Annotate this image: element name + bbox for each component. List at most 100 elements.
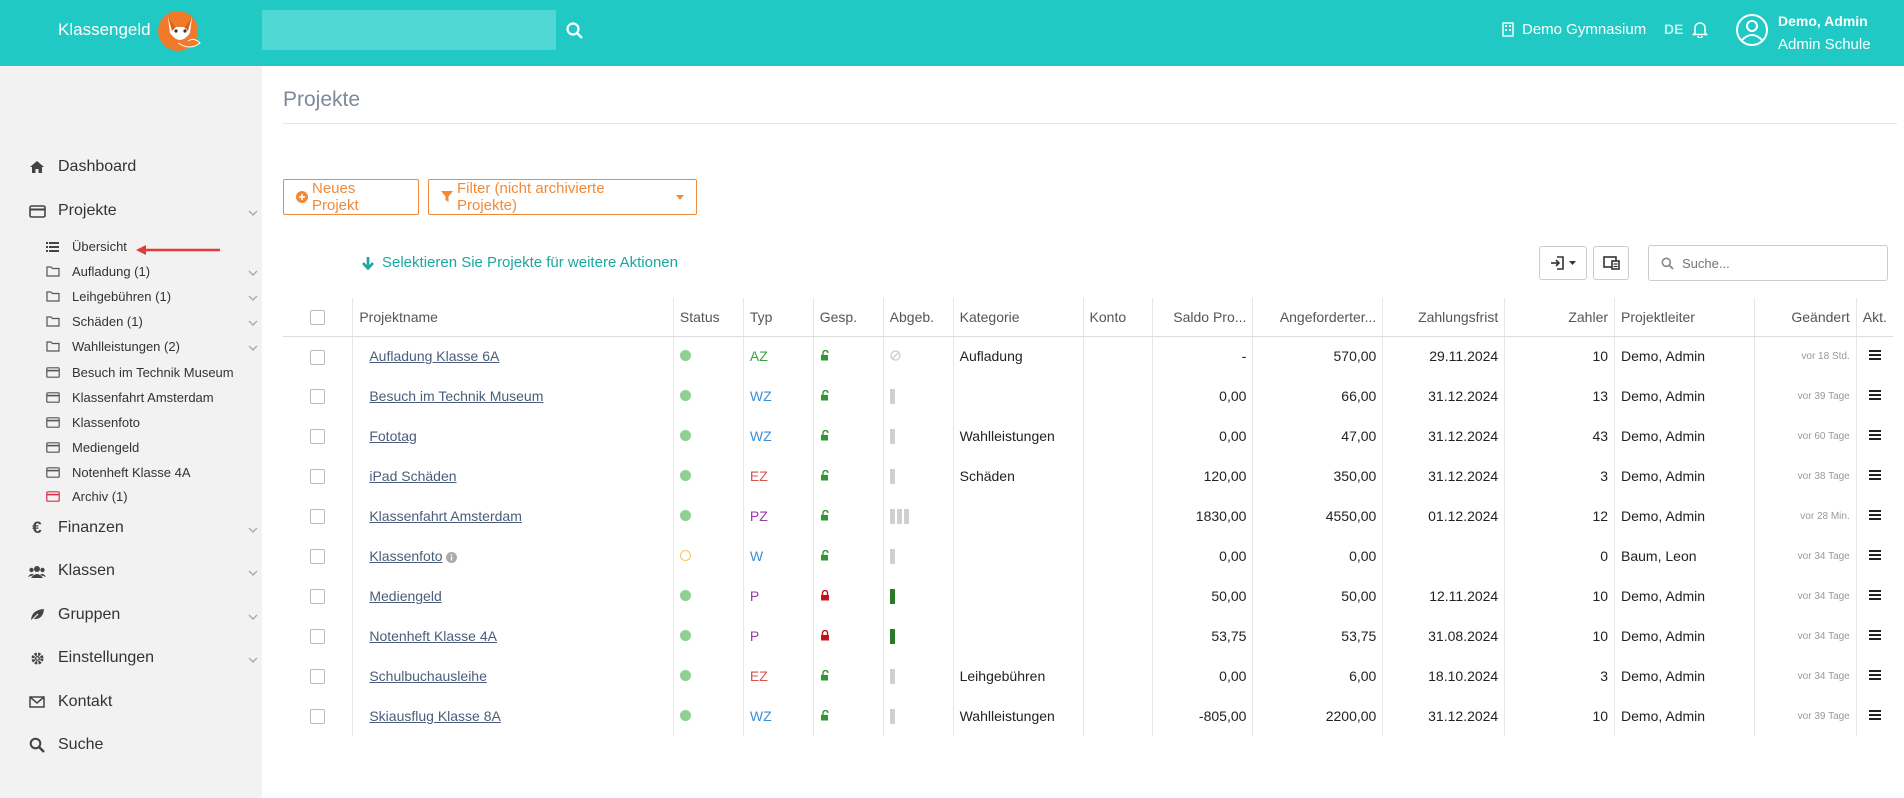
column-header[interactable]: Abgeb. xyxy=(882,298,954,337)
actions-cell[interactable] xyxy=(1855,416,1893,456)
checkbox-cell[interactable] xyxy=(283,656,353,696)
menu-icon[interactable] xyxy=(1868,590,1881,600)
project-link[interactable]: Skiausflug Klasse 8A xyxy=(369,708,501,724)
global-search-input[interactable] xyxy=(262,10,556,50)
table-row[interactable]: Klassenfahrt Amsterdam PZ 1830,00 4550,00 01… xyxy=(283,496,1893,536)
language-switch[interactable]: DE xyxy=(1664,21,1683,37)
row-checkbox[interactable] xyxy=(310,389,326,405)
row-checkbox[interactable] xyxy=(310,349,326,365)
actions-cell[interactable] xyxy=(1855,536,1893,576)
actions-cell[interactable] xyxy=(1855,376,1893,416)
project-link[interactable]: Fototag xyxy=(369,428,416,444)
filter-button[interactable]: Filter (nicht archivierte Projekte) xyxy=(428,179,697,215)
column-header[interactable]: Angeforderter... xyxy=(1252,298,1383,337)
sidebar-subitem[interactable]: Wahlleistungen (2) xyxy=(46,339,258,354)
table-row[interactable]: iPad Schäden EZ Schäden 120,00 350,00 31.12.2… xyxy=(283,456,1893,496)
sidebar-subitem[interactable]: Aufladung (1) xyxy=(46,264,258,279)
sidebar-subitem[interactable]: Notenheft Klasse 4A xyxy=(46,465,258,480)
table-row[interactable]: Mediengeld P 50,00 50,00 12.11.2024 10 Demo, A… xyxy=(283,576,1893,616)
project-link[interactable]: Besuch im Technik Museum xyxy=(369,388,543,404)
table-row[interactable]: Notenheft Klasse 4A P 53,75 53,75 31.08.2024… xyxy=(283,616,1893,656)
column-header[interactable]: Zahler xyxy=(1504,298,1615,337)
export-button[interactable] xyxy=(1539,246,1587,280)
sidebar-item-finanzen[interactable]: € Finanzen xyxy=(28,518,258,537)
menu-icon[interactable] xyxy=(1868,430,1881,440)
row-checkbox[interactable] xyxy=(310,629,326,645)
user-role[interactable]: Admin Schule xyxy=(1778,36,1871,53)
checkbox-cell[interactable] xyxy=(283,696,353,736)
row-checkbox[interactable] xyxy=(310,669,326,685)
row-checkbox[interactable] xyxy=(310,469,326,485)
fox-logo-icon[interactable] xyxy=(154,7,206,53)
row-checkbox[interactable] xyxy=(310,509,326,525)
column-header[interactable]: Projektleiter xyxy=(1614,298,1755,337)
actions-cell[interactable] xyxy=(1855,696,1893,736)
search-icon[interactable] xyxy=(564,20,586,42)
bell-icon[interactable] xyxy=(1692,20,1708,38)
sidebar-item-einstellungen[interactable]: Einstellungen xyxy=(28,649,258,667)
checkbox-cell[interactable] xyxy=(283,576,353,616)
column-header[interactable]: Gesp. xyxy=(812,298,884,337)
project-link[interactable]: Aufladung Klasse 6A xyxy=(369,348,499,364)
sidebar-item-suche[interactable]: Suche xyxy=(28,736,258,754)
checkbox-cell[interactable] xyxy=(283,536,353,576)
menu-icon[interactable] xyxy=(1868,710,1881,720)
column-header[interactable]: Zahlungsfrist xyxy=(1382,298,1505,337)
user-name[interactable]: Demo, Admin xyxy=(1778,13,1868,29)
sidebar-item-dashboard[interactable]: Dashboard xyxy=(28,158,258,176)
actions-cell[interactable] xyxy=(1855,576,1893,616)
sidebar-subitem[interactable]: Klassenfoto xyxy=(46,415,258,430)
table-row[interactable]: Skiausflug Klasse 8A WZ Wahlleistungen -805… xyxy=(283,696,1893,736)
actions-cell[interactable] xyxy=(1855,656,1893,696)
table-row[interactable]: Schulbuchausleihe EZ Leihgebühren 0,00 6,00 1… xyxy=(283,656,1893,696)
column-header[interactable]: Typ xyxy=(742,298,814,337)
table-row[interactable]: Klassenfoto W 0,00 0,00 0 Baum, Leon vor 34 T… xyxy=(283,536,1893,576)
sidebar-subitem[interactable]: Klassenfahrt Amsterdam xyxy=(46,390,258,405)
select-all-cell[interactable] xyxy=(283,298,353,337)
checkbox-cell[interactable] xyxy=(283,496,353,536)
column-header[interactable]: Kategorie xyxy=(952,298,1084,337)
column-header[interactable]: Konto xyxy=(1082,298,1153,337)
checkbox-cell[interactable] xyxy=(283,456,353,496)
table-row[interactable]: Fototag WZ Wahlleistungen 0,00 47,00 31.12.20… xyxy=(283,416,1893,456)
brand-name[interactable]: Klassengeld xyxy=(58,20,151,40)
sidebar-subitem[interactable]: Schäden (1) xyxy=(46,314,258,329)
row-checkbox[interactable] xyxy=(310,549,326,565)
table-search[interactable] xyxy=(1648,245,1888,281)
sidebar-item-gruppen[interactable]: Gruppen xyxy=(28,606,258,624)
column-header[interactable]: Geändert xyxy=(1753,298,1857,337)
actions-cell[interactable] xyxy=(1855,456,1893,496)
sidebar-subitem[interactable]: Besuch im Technik Museum xyxy=(46,365,258,380)
project-link[interactable]: Klassenfahrt Amsterdam xyxy=(369,508,522,524)
project-link[interactable]: Klassenfoto xyxy=(369,548,442,564)
actions-cell[interactable] xyxy=(1855,496,1893,536)
column-header[interactable]: Akt. xyxy=(1855,298,1893,337)
school-name[interactable]: Demo Gymnasium xyxy=(1522,21,1646,38)
project-link[interactable]: iPad Schäden xyxy=(369,468,456,484)
sidebar-item-projekte[interactable]: Projekte xyxy=(28,202,258,220)
column-header[interactable]: Projektname xyxy=(352,298,674,337)
sidebar-item-kontakt[interactable]: Kontakt xyxy=(28,693,258,711)
row-checkbox[interactable] xyxy=(310,429,326,445)
actions-cell[interactable] xyxy=(1855,336,1893,376)
sidebar-subitem[interactable]: Leihgebühren (1) xyxy=(46,289,258,304)
menu-icon[interactable] xyxy=(1868,550,1881,560)
menu-icon[interactable] xyxy=(1868,630,1881,640)
checkbox-cell[interactable] xyxy=(283,336,353,376)
sidebar-item-klassen[interactable]: Klassen xyxy=(28,562,258,580)
project-link[interactable]: Schulbuchausleihe xyxy=(369,668,487,684)
actions-cell[interactable] xyxy=(1855,616,1893,656)
columns-button[interactable] xyxy=(1593,246,1629,280)
project-link[interactable]: Notenheft Klasse 4A xyxy=(369,628,497,644)
menu-icon[interactable] xyxy=(1868,670,1881,680)
row-checkbox[interactable] xyxy=(310,589,326,605)
menu-icon[interactable] xyxy=(1868,510,1881,520)
checkbox-cell[interactable] xyxy=(283,376,353,416)
menu-icon[interactable] xyxy=(1868,350,1881,361)
checkbox-cell[interactable] xyxy=(283,616,353,656)
sidebar-subitem[interactable]: Archiv (1) xyxy=(46,489,258,504)
checkbox-cell[interactable] xyxy=(283,416,353,456)
table-search-input[interactable] xyxy=(1682,255,1872,271)
avatar[interactable] xyxy=(1736,14,1768,46)
row-checkbox[interactable] xyxy=(310,709,326,725)
